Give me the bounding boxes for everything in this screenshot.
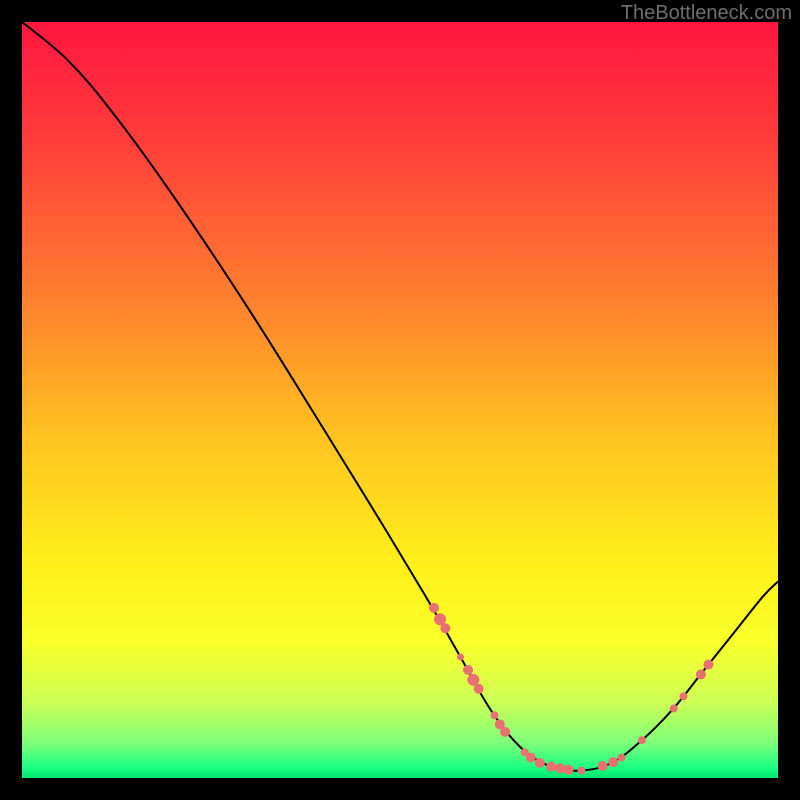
chart-container xyxy=(22,22,778,778)
watermark-text: TheBottleneck.com xyxy=(621,2,792,25)
data-marker xyxy=(670,704,678,712)
data-marker xyxy=(440,623,450,633)
data-marker xyxy=(546,762,556,772)
data-marker xyxy=(564,765,574,775)
data-marker xyxy=(618,754,626,762)
data-marker xyxy=(555,763,565,773)
data-marker xyxy=(429,603,439,613)
data-marker xyxy=(680,692,688,700)
data-marker xyxy=(463,665,473,675)
data-marker xyxy=(491,711,499,719)
data-marker xyxy=(474,684,484,694)
data-marker xyxy=(598,761,608,771)
bottleneck-chart xyxy=(22,22,778,778)
data-marker xyxy=(577,766,585,774)
data-marker xyxy=(526,753,536,763)
data-marker xyxy=(703,660,713,670)
data-marker xyxy=(500,727,510,737)
data-marker xyxy=(696,669,706,679)
gradient-background xyxy=(22,22,778,778)
data-marker xyxy=(638,736,646,744)
data-marker xyxy=(608,757,618,767)
data-marker xyxy=(457,654,464,661)
data-marker xyxy=(535,758,545,768)
